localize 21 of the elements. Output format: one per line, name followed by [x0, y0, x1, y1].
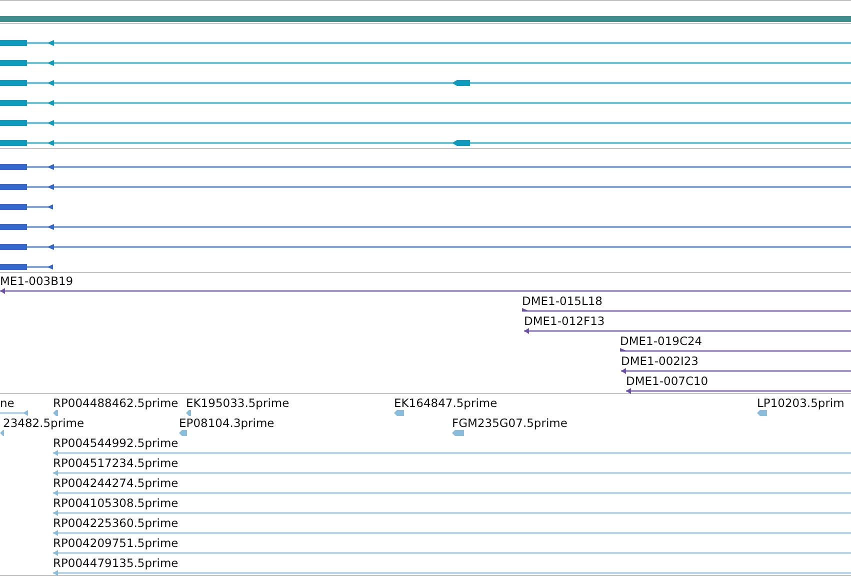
est-label: EP08104.3prime [179, 417, 274, 430]
est-label: 23482.5prime [3, 417, 84, 430]
est-label: RP004225360.5prime [53, 517, 178, 530]
est-label: RP004488462.5prime [53, 397, 178, 410]
est-label: FGM235G07.5prime [452, 417, 568, 430]
est-label: RP004105308.5prime [53, 497, 178, 510]
est-label: EK164847.5prime [394, 397, 498, 410]
clone-label: DME1-012F13 [524, 315, 605, 328]
est-label: RP004244274.5prime [53, 477, 178, 490]
est-label: RP004209751.5prime [53, 537, 178, 550]
est-label: RP004517234.5prime [53, 457, 178, 470]
clone-label: DME1-015L18 [522, 295, 602, 308]
est-label: EK195033.5prime [186, 397, 290, 410]
est-label: RP004544992.5prime [53, 437, 178, 450]
est-label: RP004479135.5prime [53, 557, 178, 570]
clone-label: ME1-003B19 [0, 275, 74, 288]
est-label: ne [0, 397, 14, 410]
est-label: LP10203.5prim [757, 397, 844, 410]
clone-label: DME1-007C10 [626, 375, 708, 388]
clone-label: DME1-019C24 [620, 335, 702, 348]
clone-label: DME1-002I23 [621, 355, 698, 368]
